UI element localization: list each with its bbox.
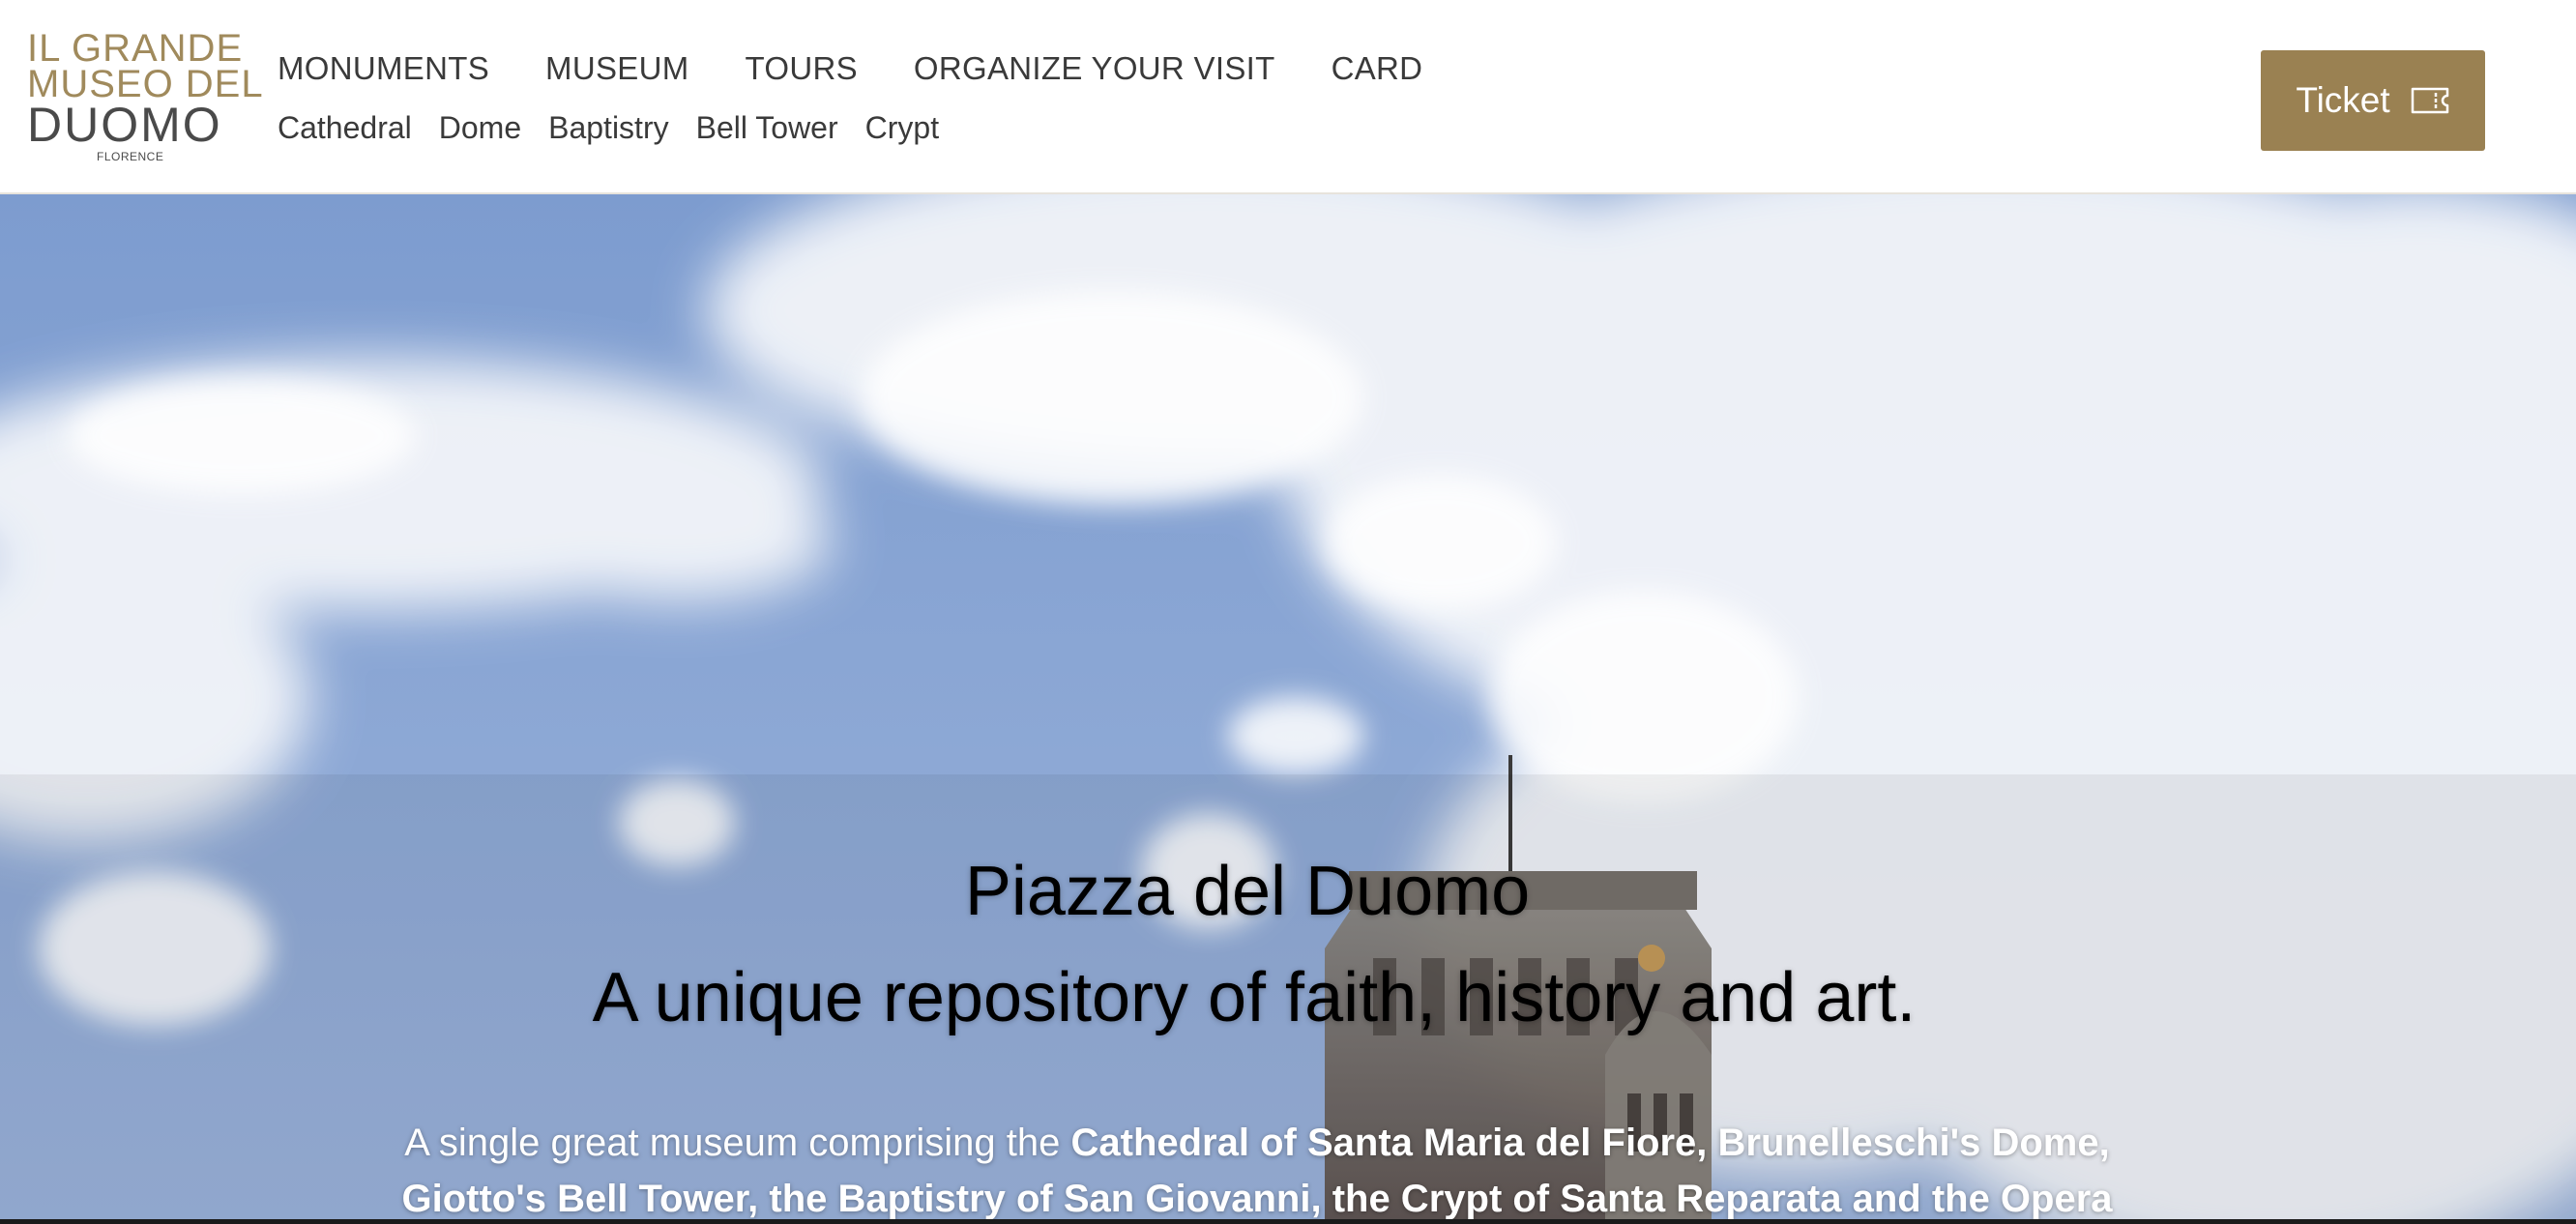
nav-item-tours[interactable]: TOURS — [746, 50, 858, 87]
subnav-item-baptistry[interactable]: Baptistry — [548, 110, 668, 146]
ticket-button[interactable]: Ticket — [2261, 50, 2485, 151]
logo-line-1: IL GRANDE — [27, 27, 244, 70]
subnav-item-cathedral[interactable]: Cathedral — [278, 110, 412, 146]
ticket-button-label: Ticket — [2296, 80, 2390, 120]
hero-title: Piazza del Duomo — [964, 853, 1531, 930]
hero-section: Piazza del Duomo A unique repository of … — [0, 194, 2576, 1219]
sub-nav: Cathedral Dome Baptistry Bell Tower Cryp… — [278, 110, 966, 146]
subnav-item-crypt[interactable]: Crypt — [865, 110, 939, 146]
main-nav: MONUMENTS MUSEUM TOURS ORGANIZE YOUR VIS… — [278, 50, 1478, 87]
nav-item-card[interactable]: CARD — [1332, 50, 1423, 87]
nav-item-museum[interactable]: MUSEUM — [545, 50, 688, 87]
subnav-item-bell-tower[interactable]: Bell Tower — [696, 110, 838, 146]
hero-description: A single great museum comprising the Cat… — [396, 1115, 2118, 1219]
ticket-icon — [2411, 87, 2448, 114]
subnav-item-dome[interactable]: Dome — [439, 110, 521, 146]
hero-background-image — [0, 194, 2576, 1219]
hero-description-plain: A single great museum comprising the — [404, 1122, 1071, 1164]
nav-item-organize-your-visit[interactable]: ORGANIZE YOUR VISIT — [914, 50, 1275, 87]
logo-line-4: FLORENCE — [97, 150, 164, 163]
bottom-divider — [0, 1219, 2576, 1224]
museum-logo[interactable]: IL GRANDE MUSEO DEL DUOMO FLORENCE — [27, 27, 263, 166]
logo-line-3: DUOMO — [27, 98, 222, 152]
hero-subtitle: A unique repository of faith, history an… — [592, 959, 1917, 1036]
nav-item-monuments[interactable]: MONUMENTS — [278, 50, 489, 87]
site-header: IL GRANDE MUSEO DEL DUOMO FLORENCE MONUM… — [0, 0, 2576, 194]
